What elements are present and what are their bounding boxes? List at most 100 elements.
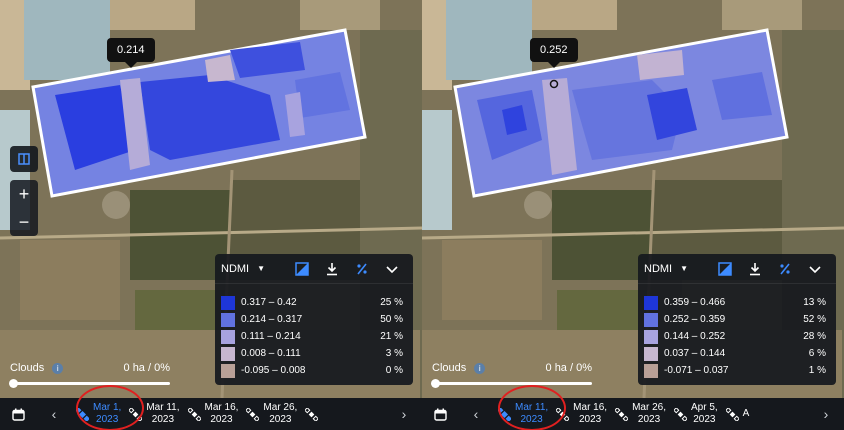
timeline-date-item[interactable] bbox=[301, 398, 326, 430]
timeline-next-button[interactable]: › bbox=[808, 406, 844, 422]
timeline-date-label: Mar 11, 2023 bbox=[515, 402, 548, 426]
clouds-slider-handle[interactable] bbox=[9, 379, 18, 388]
timeline-date-item[interactable]: Mar 26, 2023 bbox=[611, 398, 670, 430]
download-icon bbox=[327, 262, 337, 275]
contrast-toggle-button[interactable] bbox=[287, 254, 317, 284]
timeline-date-item[interactable]: Mar 26, 2023 bbox=[242, 398, 301, 430]
timeline-prev-button[interactable]: ‹ bbox=[458, 406, 494, 422]
legend-row: 0.037 – 0.144 6 % bbox=[644, 345, 830, 362]
calendar-icon bbox=[433, 408, 447, 421]
download-button[interactable] bbox=[317, 254, 347, 284]
percent-icon bbox=[357, 263, 367, 274]
zoom-out-button[interactable]: − bbox=[10, 208, 38, 236]
legend-row: 0.359 – 0.466 13 % bbox=[644, 294, 830, 311]
percent-toggle-button[interactable] bbox=[770, 254, 800, 284]
timeline-date-line2: 2023 bbox=[210, 414, 233, 425]
collapse-legend-button[interactable] bbox=[377, 254, 407, 284]
index-dropdown[interactable]: NDMI ▼ bbox=[221, 263, 287, 275]
calendar-button[interactable] bbox=[0, 408, 36, 421]
percent-toggle-button[interactable] bbox=[347, 254, 377, 284]
legend-row: 0.252 – 0.359 52 % bbox=[644, 311, 830, 328]
legend-rows: 0.359 – 0.466 13 % 0.252 – 0.359 52 % 0.144 … bbox=[638, 284, 836, 379]
timeline-date-line1: A bbox=[742, 408, 750, 419]
zoom-in-button[interactable]: + bbox=[10, 180, 38, 208]
legend-percent: 25 % bbox=[380, 297, 403, 308]
chevron-down-icon bbox=[809, 265, 821, 273]
legend-swatch bbox=[644, 346, 658, 361]
index-selected: NDMI bbox=[221, 262, 250, 275]
legend-range: 0.037 – 0.144 bbox=[664, 348, 726, 359]
right-map-pane[interactable]: 0.252 NDMI ▼ 0.359 – 0.466 13 % 0.252 – 0.… bbox=[422, 0, 844, 398]
legend-range: 0.111 – 0.214 bbox=[241, 331, 301, 342]
clouds-slider-handle[interactable] bbox=[431, 379, 440, 388]
timeline-date-line2: 2023 bbox=[520, 414, 543, 425]
ndmi-legend: NDMI ▼ 0.359 – 0.466 13 % 0.252 – 0.359 52 … bbox=[638, 254, 836, 385]
satellite-icon bbox=[129, 407, 143, 421]
legend-swatch bbox=[221, 295, 235, 310]
index-dropdown[interactable]: NDMI ▼ bbox=[644, 263, 710, 275]
chevron-right-icon: › bbox=[401, 406, 407, 422]
timeline-date-item[interactable]: Mar 11, 2023 bbox=[125, 398, 183, 430]
satellite-icon bbox=[498, 407, 511, 421]
timeline-date-item[interactable]: Mar 16, 2023 bbox=[184, 398, 243, 430]
timeline-date-item[interactable]: A bbox=[722, 398, 754, 430]
chevron-right-icon: › bbox=[823, 406, 829, 422]
legend-rows: 0.317 – 0.42 25 % 0.214 – 0.317 50 % 0.111 –… bbox=[215, 284, 413, 379]
timeline-prev-button[interactable]: ‹ bbox=[36, 406, 72, 422]
split-view-button[interactable] bbox=[10, 146, 38, 172]
legend-range: 0.144 – 0.252 bbox=[664, 331, 726, 342]
legend-percent: 50 % bbox=[380, 314, 403, 325]
timeline-date-item[interactable]: Mar 16, 2023 bbox=[552, 398, 611, 430]
info-icon[interactable]: i bbox=[474, 362, 486, 374]
timeline-date-line2: 2023 bbox=[269, 414, 292, 425]
cursor-marker-icon bbox=[549, 79, 559, 89]
legend-range: 0.252 – 0.359 bbox=[664, 314, 726, 325]
zoom-controls: + − bbox=[10, 180, 38, 236]
legend-range: 0.359 – 0.466 bbox=[664, 297, 726, 308]
legend-header: NDMI ▼ bbox=[215, 254, 413, 284]
right-date-timeline: ‹ Mar 11, 2023 Mar 16, 2023 Mar 26, 2023 Apr 5… bbox=[422, 398, 844, 430]
download-button[interactable] bbox=[740, 254, 770, 284]
timeline-date-line2: 2023 bbox=[96, 414, 119, 425]
timeline-next-button[interactable]: › bbox=[386, 398, 422, 430]
timeline-date-line2: 2023 bbox=[693, 414, 716, 425]
pixel-value-tooltip: 0.252 bbox=[530, 38, 578, 68]
split-view-icon bbox=[18, 153, 30, 165]
timeline-date-label: Apr 5, 2023 bbox=[691, 402, 718, 426]
contrast-toggle-button[interactable] bbox=[710, 254, 740, 284]
legend-percent: 6 % bbox=[808, 348, 826, 359]
contrast-icon bbox=[295, 261, 309, 276]
clouds-filter: Clouds i 0 ha / 0% bbox=[431, 362, 592, 388]
calendar-icon bbox=[11, 408, 25, 421]
satellite-icon bbox=[246, 407, 260, 421]
legend-swatch bbox=[644, 312, 658, 327]
legend-percent: 28 % bbox=[803, 331, 826, 342]
info-icon[interactable]: i bbox=[52, 362, 64, 374]
timeline-date-item[interactable]: Mar 1, 2023 bbox=[72, 398, 125, 430]
satellite-icon bbox=[673, 407, 687, 421]
timeline-date-line1: Mar 26, bbox=[263, 402, 298, 413]
ndmi-legend: NDMI ▼ 0.317 – 0.42 25 % 0.214 – 0.317 50 %… bbox=[215, 254, 413, 385]
calendar-button[interactable] bbox=[422, 408, 458, 421]
legend-row: -0.095 – 0.008 0 % bbox=[221, 362, 407, 379]
timeline-date-item[interactable]: Apr 5, 2023 bbox=[670, 398, 722, 430]
satellite-icon bbox=[305, 407, 319, 421]
legend-range: 0.317 – 0.42 bbox=[241, 297, 297, 308]
clouds-value: 0 ha / 0% bbox=[545, 362, 592, 374]
legend-swatch bbox=[221, 346, 235, 361]
timeline-date-line1: Mar 1, bbox=[93, 402, 122, 413]
timeline-date-label: Mar 16, 2023 bbox=[573, 402, 607, 426]
index-selected: NDMI bbox=[644, 262, 673, 275]
legend-percent: 3 % bbox=[385, 348, 403, 359]
timeline-date-line1: Mar 26, bbox=[632, 402, 666, 413]
legend-row: 0.144 – 0.252 28 % bbox=[644, 328, 830, 345]
collapse-legend-button[interactable] bbox=[800, 254, 830, 284]
timeline-date-item[interactable]: Mar 11, 2023 bbox=[494, 398, 552, 430]
left-map-pane[interactable]: 0.214 + − NDMI ▼ 0.317 – 0.42 25 % 0.214… bbox=[0, 0, 422, 398]
clouds-label: Clouds bbox=[432, 362, 467, 374]
clouds-slider[interactable] bbox=[9, 379, 170, 388]
caret-down-icon: ▼ bbox=[257, 264, 266, 273]
clouds-slider[interactable] bbox=[431, 379, 592, 388]
pixel-value-tooltip: 0.214 bbox=[107, 38, 155, 68]
legend-swatch bbox=[221, 329, 235, 344]
